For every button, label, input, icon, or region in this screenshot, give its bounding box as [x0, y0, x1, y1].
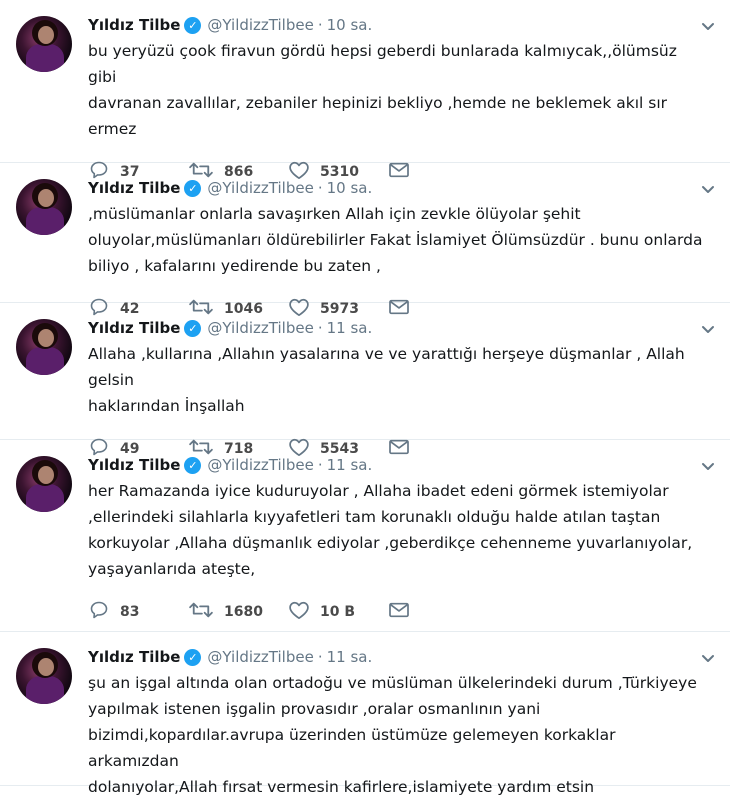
- tweet-text: her Ramazanda iyice kuduruyolar , Allaha…: [88, 482, 693, 578]
- timeline: Yıldız Tilbe ✓ @YildizzTilbee · 10 sa. b…: [0, 0, 730, 796]
- timestamp[interactable]: 11 sa.: [327, 319, 373, 337]
- timestamp[interactable]: 10 sa.: [327, 16, 373, 34]
- tweet[interactable]: Yıldız Tilbe ✓ @YildizzTilbee · 10 sa. ,…: [0, 163, 730, 317]
- retweet-icon: [188, 600, 224, 624]
- separator-dot: ·: [317, 648, 323, 666]
- chevron-down-icon[interactable]: [700, 321, 716, 337]
- reply-button[interactable]: 83: [88, 600, 188, 624]
- tweet-header: Yıldız Tilbe ✓ @YildizzTilbee · 10 sa.: [88, 14, 710, 36]
- tweet-text: Allaha ,kullarına ,Allahın yasalarına ve…: [88, 345, 685, 415]
- timestamp[interactable]: 11 sa.: [327, 456, 373, 474]
- retweet-count: 1680: [224, 604, 263, 620]
- display-name[interactable]: Yıldız Tilbe: [88, 456, 180, 474]
- tweet-header: Yıldız Tilbe ✓ @YildizzTilbee · 11 sa.: [88, 317, 710, 339]
- tweet-text: bu yeryüzü çook firavun gördü hepsi gebe…: [88, 42, 677, 138]
- like-icon: [288, 600, 320, 624]
- username[interactable]: @YildizzTilbee: [207, 16, 313, 34]
- reply-icon: [88, 600, 120, 624]
- direct-message-icon: [388, 601, 420, 623]
- tweet-text: şu an işgal altında olan ortadoğu ve müs…: [88, 674, 697, 796]
- chevron-down-icon[interactable]: [700, 650, 716, 666]
- tweet-header: Yıldız Tilbe ✓ @YildizzTilbee · 11 sa.: [88, 454, 710, 476]
- tweet-text: ,müslümanlar onlarla savaşırken Allah iç…: [88, 205, 703, 275]
- tweet[interactable]: Yıldız Tilbe ✓ @YildizzTilbee · 10 sa. b…: [0, 0, 730, 180]
- avatar[interactable]: [16, 319, 72, 375]
- avatar[interactable]: [16, 179, 72, 235]
- tweet-actions: 83 1680 10 B: [88, 586, 710, 638]
- tweet[interactable]: Yıldız Tilbe ✓ @YildizzTilbee · 11 sa. h…: [0, 440, 730, 632]
- display-name[interactable]: Yıldız Tilbe: [88, 648, 180, 666]
- display-name[interactable]: Yıldız Tilbe: [88, 179, 180, 197]
- chevron-down-icon[interactable]: [700, 458, 716, 474]
- username[interactable]: @YildizzTilbee: [207, 456, 313, 474]
- separator-dot: ·: [317, 456, 323, 474]
- verified-badge-icon: ✓: [184, 456, 202, 474]
- avatar[interactable]: [16, 456, 72, 512]
- display-name[interactable]: Yıldız Tilbe: [88, 16, 180, 34]
- verified-badge-icon: ✓: [184, 16, 202, 34]
- verified-badge-icon: ✓: [184, 179, 202, 197]
- reply-count: 83: [120, 604, 140, 620]
- separator-dot: ·: [317, 319, 323, 337]
- timestamp[interactable]: 11 sa.: [327, 648, 373, 666]
- tweet-header: Yıldız Tilbe ✓ @YildizzTilbee · 11 sa.: [88, 646, 710, 668]
- separator-dot: ·: [317, 16, 323, 34]
- verified-badge-icon: ✓: [184, 648, 202, 666]
- chevron-down-icon[interactable]: [700, 18, 716, 34]
- chevron-down-icon[interactable]: [700, 181, 716, 197]
- verified-badge-icon: ✓: [184, 319, 202, 337]
- display-name[interactable]: Yıldız Tilbe: [88, 319, 180, 337]
- like-count: 10 B: [320, 604, 356, 620]
- username[interactable]: @YildizzTilbee: [207, 179, 313, 197]
- timestamp[interactable]: 10 sa.: [327, 179, 373, 197]
- like-button[interactable]: 10 B: [288, 600, 388, 624]
- tweet-header: Yıldız Tilbe ✓ @YildizzTilbee · 10 sa.: [88, 177, 710, 199]
- tweet[interactable]: Yıldız Tilbe ✓ @YildizzTilbee · 11 sa. ş…: [0, 632, 730, 796]
- direct-message-button[interactable]: [388, 601, 420, 623]
- retweet-button[interactable]: 1680: [188, 600, 288, 624]
- avatar[interactable]: [16, 648, 72, 704]
- username[interactable]: @YildizzTilbee: [207, 319, 313, 337]
- username[interactable]: @YildizzTilbee: [207, 648, 313, 666]
- separator-dot: ·: [317, 179, 323, 197]
- avatar[interactable]: [16, 16, 72, 72]
- tweet[interactable]: Yıldız Tilbe ✓ @YildizzTilbee · 11 sa. A…: [0, 303, 730, 457]
